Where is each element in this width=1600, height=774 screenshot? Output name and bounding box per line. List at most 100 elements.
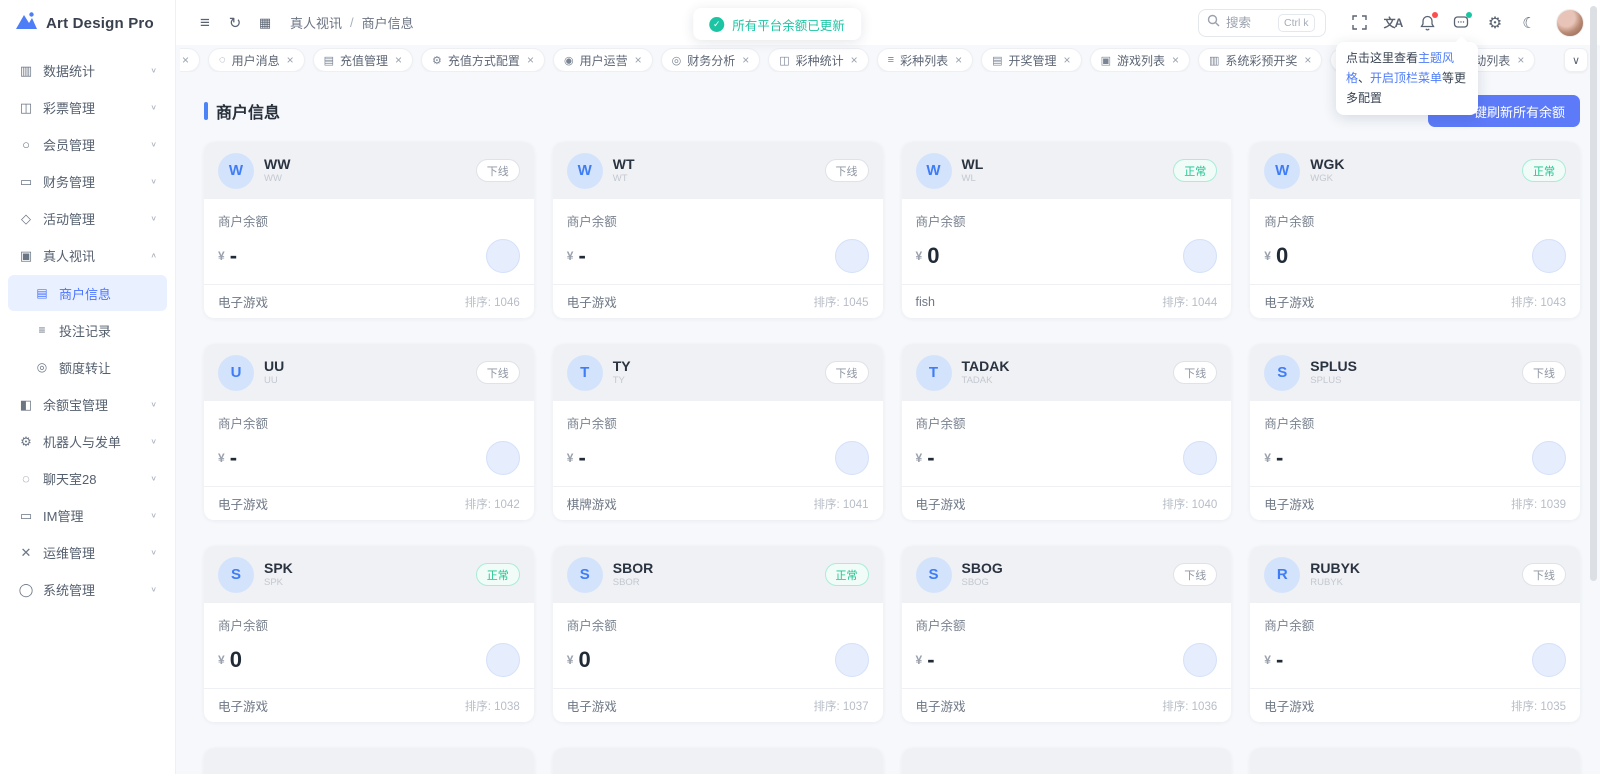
sidebar-item-机器人与发单[interactable]: ⚙ 机器人与发单 ∨ bbox=[8, 423, 167, 460]
balance-label: 商户余额 bbox=[1264, 417, 1315, 431]
tab-close-icon[interactable]: × bbox=[1517, 53, 1524, 67]
tab-财务分析[interactable]: ◎ 财务分析 × bbox=[660, 48, 761, 72]
card-header: S SBOG SBOG 下线 bbox=[901, 546, 1232, 603]
sidebar-item-会员管理[interactable]: ○ 会员管理 ∨ bbox=[8, 126, 167, 163]
sidebar-item-彩票管理[interactable]: ◫ 彩票管理 ∨ bbox=[8, 89, 167, 126]
sidebar-item-IM管理[interactable]: ▭ IM管理 ∨ bbox=[8, 497, 167, 534]
merchant-name: TY bbox=[612, 357, 631, 374]
sidebar-item-label: 机器人与发单 bbox=[43, 435, 122, 450]
tab-系统彩预开奖[interactable]: ▥ 系统彩预开奖 × bbox=[1198, 48, 1323, 72]
sidebar-subitem-额度转让[interactable]: ◎ 额度转让 bbox=[8, 349, 167, 385]
sidebar-subitem-label: 额度转让 bbox=[59, 360, 112, 376]
tab-开奖管理[interactable]: ▤ 开奖管理 × bbox=[981, 48, 1082, 72]
user-avatar[interactable] bbox=[1556, 8, 1584, 37]
tab-close-icon[interactable]: × bbox=[1304, 53, 1311, 67]
tab-close-icon[interactable]: × bbox=[1064, 53, 1071, 67]
vertical-scrollbar-thumb[interactable] bbox=[1590, 6, 1597, 581]
refresh-balance-button[interactable] bbox=[1183, 239, 1218, 273]
refresh-balance-button[interactable] bbox=[485, 643, 520, 677]
sidebar-item-系统管理[interactable]: ◯ 系统管理 ∨ bbox=[8, 571, 167, 608]
merchant-identity: WW WW bbox=[264, 156, 290, 185]
sidebar-subitem-商户信息[interactable]: ▤ 商户信息 bbox=[8, 275, 167, 311]
merchant-code: WL bbox=[961, 172, 976, 184]
card-footer: 棋牌游戏 排序: 1041 bbox=[552, 486, 883, 520]
refresh-balance-button[interactable] bbox=[485, 239, 520, 273]
tab-表[interactable]: 表× bbox=[180, 48, 201, 72]
dark-mode-icon[interactable]: ☾ bbox=[1514, 8, 1544, 38]
refresh-balance-button[interactable] bbox=[1183, 643, 1218, 677]
translate-icon[interactable]: 文A bbox=[1378, 8, 1408, 38]
refresh-balance-button[interactable] bbox=[485, 441, 520, 475]
merchant-card-WT: W WT WT 下线 商户余额 ¥ - 电子游戏 排序: 1045 bbox=[552, 142, 883, 318]
tabs-more-button[interactable]: ∨ bbox=[1564, 48, 1588, 72]
quota-transfer-icon: ◎ bbox=[36, 360, 48, 374]
settings-gear-icon[interactable]: ⚙ bbox=[1480, 8, 1510, 38]
tab-充值方式配置[interactable]: ⚙ 充值方式配置 × bbox=[421, 48, 545, 72]
tab-用户消息[interactable]: ◌ 用户消息 × bbox=[208, 48, 305, 72]
card-footer: 电子游戏 排序: 1043 bbox=[1250, 284, 1580, 318]
balance-row: ¥0 bbox=[218, 643, 520, 677]
user-ops-icon: ◉ bbox=[563, 54, 574, 67]
tab-close-icon[interactable]: × bbox=[395, 53, 402, 67]
search-input[interactable] bbox=[1226, 15, 1272, 30]
tab-close-icon[interactable]: × bbox=[955, 53, 962, 67]
breadcrumb-parent[interactable]: 真人视讯 bbox=[290, 13, 342, 32]
check-icon: ✓ bbox=[709, 16, 725, 32]
tab-close-icon[interactable]: × bbox=[635, 53, 642, 67]
tab-label: 开奖管理 bbox=[1008, 53, 1057, 68]
robot-icon: ⚙ bbox=[20, 433, 32, 449]
menu-toggle-icon[interactable]: ≡ bbox=[190, 8, 220, 38]
refresh-balance-button[interactable] bbox=[1532, 441, 1566, 475]
merchant-card-SPK: S SPK SPK 正常 商户余额 ¥0 电子游戏 排序: 1038 bbox=[204, 546, 534, 722]
search-box[interactable]: Ctrl k bbox=[1198, 8, 1326, 37]
tab-close-icon[interactable]: × bbox=[287, 53, 294, 67]
refresh-balance-button[interactable] bbox=[1532, 239, 1566, 273]
tooltip-topbar-link[interactable]: 开启顶栏菜单 bbox=[1370, 71, 1442, 85]
sidebar-item-真人视讯[interactable]: ▣ 真人视讯 ∧ bbox=[8, 237, 167, 274]
fullscreen-icon[interactable] bbox=[1344, 8, 1374, 38]
apps-grid-icon[interactable]: ▦ bbox=[250, 8, 280, 38]
tab-close-icon[interactable]: × bbox=[742, 53, 749, 67]
sidebar-item-聊天室28[interactable]: ◌ 聊天室28 ∨ bbox=[8, 460, 167, 497]
tab-close-icon[interactable]: × bbox=[527, 53, 534, 67]
sidebar-item-财务管理[interactable]: ▭ 财务管理 ∨ bbox=[8, 163, 167, 200]
tab-label: 游戏列表 bbox=[1116, 53, 1165, 68]
merchant-avatar: T bbox=[915, 354, 952, 391]
refresh-balance-button[interactable] bbox=[834, 239, 869, 273]
refresh-balance-button[interactable] bbox=[1183, 441, 1218, 475]
refresh-page-icon[interactable]: ↻ bbox=[220, 8, 250, 38]
tab-充值管理[interactable]: ▤ 充值管理 × bbox=[312, 48, 414, 72]
tab-用户运营[interactable]: ◉ 用户运营 × bbox=[552, 48, 653, 72]
merchant-identity: SPK SPK bbox=[264, 560, 293, 589]
card-header: W WL WL 正常 bbox=[901, 142, 1232, 199]
tab-close-icon[interactable]: × bbox=[1172, 53, 1179, 67]
tab-close-icon[interactable]: × bbox=[182, 53, 189, 67]
tab-游戏列表[interactable]: ▣ 游戏列表 × bbox=[1089, 48, 1190, 72]
balance-row: ¥ - bbox=[567, 239, 869, 273]
card-footer: 电子游戏 排序: 1040 bbox=[901, 486, 1232, 520]
refresh-balance-button[interactable] bbox=[834, 441, 869, 475]
tab-close-icon[interactable]: × bbox=[851, 53, 858, 67]
status-badge: 下线 bbox=[1173, 563, 1218, 586]
tab-彩种统计[interactable]: ◫ 彩种统计 × bbox=[768, 48, 869, 72]
sidebar-item-运维管理[interactable]: ✕ 运维管理 ∨ bbox=[8, 534, 167, 571]
merchant-avatar: S bbox=[1264, 354, 1301, 391]
card-body: 商户余额 ¥ - bbox=[204, 401, 534, 486]
notification-bell-icon[interactable] bbox=[1412, 8, 1442, 38]
status-badge: 下线 bbox=[824, 361, 869, 384]
tooltip-separator: 、 bbox=[1358, 70, 1371, 85]
card-header: T TY TY 下线 bbox=[552, 344, 883, 401]
merchant-avatar: S bbox=[218, 556, 254, 593]
sidebar-subitem-投注记录[interactable]: ≡ 投注记录 bbox=[8, 312, 167, 348]
main-area: ≡ ↻ ▦ 真人视讯 / 商户信息 Ctrl k 文A bbox=[176, 0, 1600, 774]
sidebar-item-label: 聊天室28 bbox=[43, 472, 97, 487]
tab-彩种列表[interactable]: ≡ 彩种列表 × bbox=[876, 48, 974, 72]
chevron-down-icon: ∨ bbox=[150, 474, 157, 483]
sidebar-item-数据统计[interactable]: ▥ 数据统计 ∨ bbox=[8, 52, 167, 89]
refresh-balance-button[interactable] bbox=[1532, 643, 1566, 677]
sidebar-item-活动管理[interactable]: ◇ 活动管理 ∨ bbox=[8, 200, 167, 237]
sidebar-item-余额宝管理[interactable]: ◧ 余额宝管理 ∨ bbox=[8, 386, 167, 423]
chat-icon[interactable] bbox=[1446, 8, 1476, 38]
refresh-balance-button[interactable] bbox=[834, 643, 869, 677]
yuan-symbol: ¥ bbox=[566, 249, 574, 263]
